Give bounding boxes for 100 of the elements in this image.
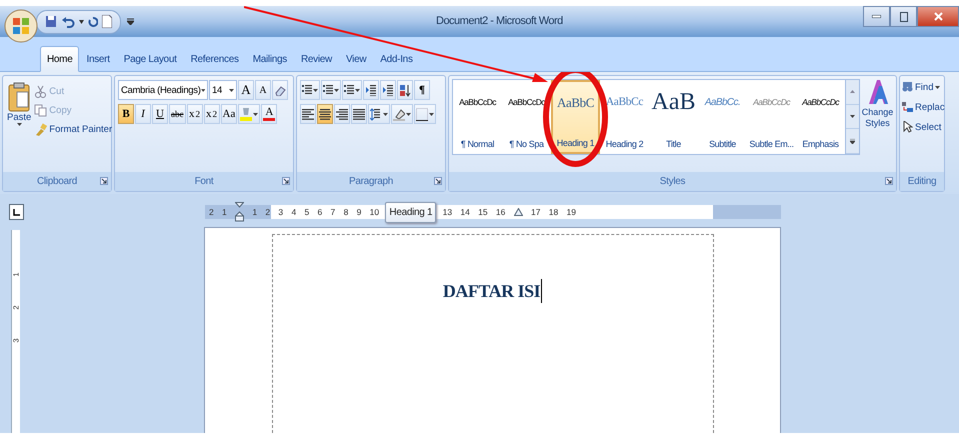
shrink-font-button[interactable]: A [255,80,271,100]
editing-button[interactable]: Replac [901,100,946,114]
bullets-button[interactable] [300,80,320,100]
paste-button[interactable]: Paste [6,80,32,168]
group-label: Clipboard [36,176,78,187]
decrease-indent-icon [366,84,376,96]
restore-button[interactable] [890,6,917,27]
change-styles-button[interactable]: Change Styles [861,77,894,131]
shading-button[interactable] [391,104,413,124]
redo-icon[interactable] [88,16,98,28]
indent-marker-icon [235,202,244,222]
ruler-number: 15 [478,207,488,217]
align-button[interactable] [334,104,350,124]
dropdown-icon[interactable] [79,20,84,24]
dropdown-icon[interactable] [383,112,388,116]
ribbon-tab[interactable]: Mailings [246,46,294,72]
align-icon [353,108,365,120]
ruler-number: 1 [252,207,258,217]
format-button[interactable]: I [135,104,151,124]
style-option[interactable]: AaBbC Heading 1 [551,80,600,154]
left-tab-icon [13,208,20,216]
editing-button[interactable]: Select [901,120,946,134]
ruler-number: 13 [442,207,452,217]
numbering-icon [323,84,333,96]
font-size-field[interactable]: 14 [209,80,237,100]
ruler-number: 6 [318,207,322,217]
text-cursor [541,279,542,303]
numbering-button[interactable] [321,80,341,100]
grow-font-button[interactable]: A [238,80,254,100]
format-button[interactable]: U [152,104,168,124]
dropdown-icon[interactable] [313,88,318,92]
replace-icon [902,101,913,113]
ribbon-tab[interactable]: Page Layout [116,46,184,72]
increase-indent-icon [383,84,393,96]
dropdown-icon[interactable] [229,88,234,92]
ruler-number: 8 [344,207,348,217]
dialog-launcher-icon[interactable] [885,177,893,185]
increase-indent-button[interactable] [380,80,396,100]
dropdown-icon[interactable] [355,88,360,92]
align-button[interactable] [317,104,333,124]
clipboard-format-painter-button[interactable]: Format Painter [33,122,114,137]
group-label: Font [194,176,214,187]
ribbon-tab[interactable]: Review [294,46,339,72]
dropdown-icon[interactable] [406,112,411,116]
font-name-field[interactable]: Cambria (Headings) [118,80,208,100]
dropdown-icon[interactable] [429,112,434,116]
restore-icon [900,12,908,22]
tooltip: Heading 1 [385,202,436,222]
undo-icon[interactable] [61,16,75,28]
align-icon [302,108,314,120]
multilevel-list-icon [344,84,354,96]
decrease-indent-button[interactable] [363,80,379,100]
ribbon-tab[interactable]: View [338,46,374,72]
dropdown-icon[interactable] [253,112,258,116]
align-button[interactable] [351,104,367,124]
clear-formatting-button[interactable] [272,80,288,100]
group-label: Paragraph [349,176,393,187]
borders-button[interactable] [414,104,436,124]
close-icon [934,12,942,21]
minimize-icon [872,15,881,18]
ruler-number: 2 [209,207,214,217]
dialog-launcher-icon[interactable] [100,177,108,185]
indent-marker-icon [514,208,523,216]
line-spacing-button[interactable] [368,104,390,124]
dialog-launcher-icon[interactable] [434,177,442,185]
ruler-number: 1 [222,207,227,217]
format-button[interactable]: Aa [220,104,238,124]
copy-icon [34,104,48,117]
format-button[interactable]: abc [169,104,186,124]
font-color-button[interactable]: A [261,104,278,124]
tab-selector[interactable] [9,204,24,220]
ruler-number: 3 [278,207,284,217]
show-marks-button[interactable]: ¶ [414,80,430,100]
new-document-icon[interactable] [102,15,112,28]
dropdown-icon[interactable] [935,86,940,88]
save-icon[interactable] [45,15,57,28]
minimize-button[interactable] [863,6,890,27]
up-arrow-icon [850,90,855,94]
ruler-number: 4 [291,207,296,217]
dropdown-icon[interactable] [200,88,205,92]
multilevel-list-button[interactable] [342,80,362,100]
ribbon-tab[interactable]: Insert [79,46,117,72]
dropdown-icon[interactable] [334,88,339,92]
dropdown-icon[interactable] [16,123,22,126]
down-arrow-icon [850,115,855,118]
sort-button[interactable] [397,80,413,100]
ribbon-tab[interactable]: Home [40,46,80,72]
ruler-number: 9 [356,207,362,217]
customize-icon[interactable] [127,18,134,25]
close-button[interactable] [917,6,959,27]
ribbon-tab[interactable]: References [184,46,246,72]
align-button[interactable] [300,104,316,124]
dialog-launcher-icon[interactable] [282,177,290,185]
ribbon-tab[interactable]: Add-Ins [373,46,420,72]
pointer-icon [902,121,913,133]
ruler-number: 5 [304,207,310,217]
format-button[interactable]: B [118,104,134,124]
editing-button[interactable]: Find [901,80,946,94]
scissors-icon [34,85,48,98]
ruler-number: 16 [496,207,506,217]
